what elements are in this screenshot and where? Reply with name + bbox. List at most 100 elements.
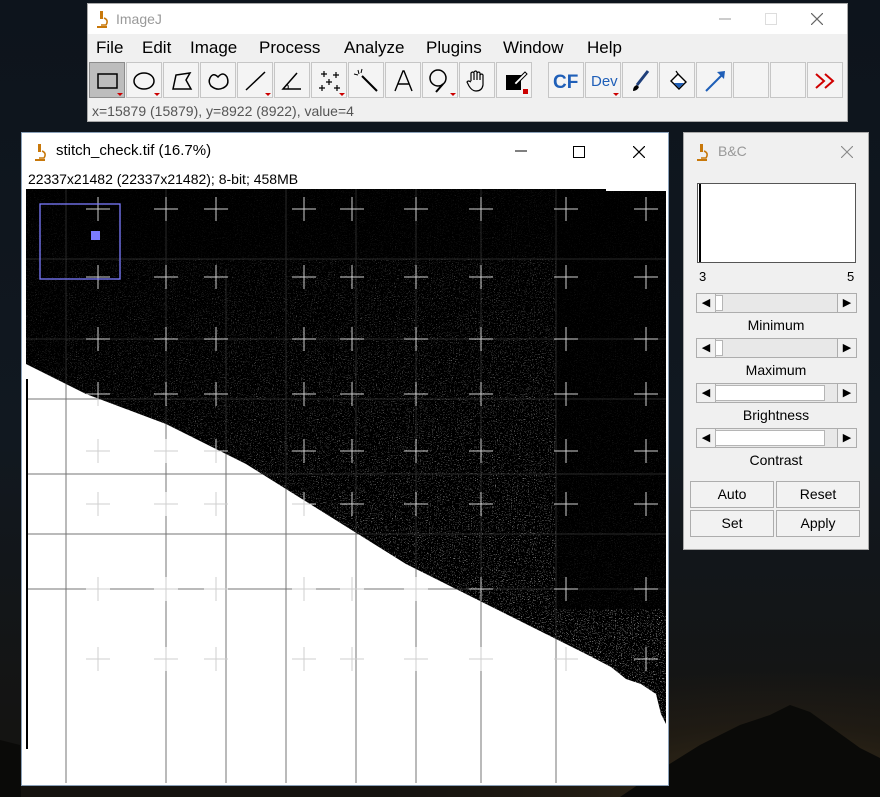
auto-button[interactable]: Auto xyxy=(690,481,774,508)
minimum-label: Minimum xyxy=(747,317,805,333)
image-info-line: 22337x21482 (22337x21482); 8-bit; 458MB xyxy=(28,171,299,187)
slider-right-arrow-icon[interactable]: ▶ xyxy=(837,429,856,447)
empty-tool-slot-2 xyxy=(770,62,806,98)
stitched-image xyxy=(26,189,666,783)
minimum-slider[interactable]: ◀ ▶ xyxy=(696,293,857,313)
brightness-label: Brightness xyxy=(742,407,810,423)
oval-selection-tool[interactable] xyxy=(126,62,162,98)
cf-tool[interactable]: CF xyxy=(548,62,584,98)
svg-text:CF: CF xyxy=(553,72,578,93)
main-titlebar[interactable]: ImageJ xyxy=(88,4,847,34)
image-maximize-button[interactable] xyxy=(556,133,602,171)
polygon-selection-icon xyxy=(172,72,193,90)
freehand-selection-tool[interactable] xyxy=(200,62,236,98)
arrow-tool-icon xyxy=(705,71,725,92)
freehand-selection-icon xyxy=(208,73,229,90)
angle-tool[interactable] xyxy=(274,62,310,98)
main-window-title: ImageJ xyxy=(116,11,162,27)
menu-process[interactable]: Process xyxy=(259,38,320,58)
maximum-slider-thumb[interactable] xyxy=(715,340,723,356)
microscope-icon xyxy=(35,144,46,161)
minimize-icon xyxy=(719,18,731,20)
microscope-icon xyxy=(97,11,108,28)
oval-selection-icon xyxy=(133,72,160,96)
polygon-selection-tool[interactable] xyxy=(163,62,199,98)
histogram-bar xyxy=(699,184,701,262)
slider-right-arrow-icon[interactable]: ▶ xyxy=(837,384,856,402)
zoom-tool[interactable] xyxy=(422,62,458,98)
more-tools-button[interactable] xyxy=(807,62,843,98)
menu-bar: File Edit Image Process Analyze Plugins … xyxy=(88,35,847,61)
dev-menu-tool[interactable]: Dev xyxy=(585,62,621,98)
menu-window[interactable]: Window xyxy=(503,38,563,58)
close-icon xyxy=(633,146,645,158)
slider-right-arrow-icon[interactable]: ▶ xyxy=(837,339,856,357)
arrow-tool[interactable] xyxy=(696,62,732,98)
histogram-min-label: 3 xyxy=(699,269,707,284)
line-selection-tool[interactable] xyxy=(237,62,273,98)
image-minimize-button[interactable] xyxy=(498,133,544,171)
multi-point-tool-icon xyxy=(319,71,345,96)
bc-window-title: B&C xyxy=(718,143,747,159)
rectangle-selection-icon xyxy=(97,73,123,96)
menu-image[interactable]: Image xyxy=(190,38,237,58)
minimum-slider-thumb[interactable] xyxy=(715,295,723,311)
text-tool[interactable] xyxy=(385,62,421,98)
contrast-slider-thumb[interactable] xyxy=(715,430,825,446)
roi-handle[interactable] xyxy=(91,231,100,240)
maximize-button[interactable] xyxy=(748,4,794,34)
bc-titlebar[interactable]: B&C xyxy=(684,133,868,171)
menu-edit[interactable]: Edit xyxy=(142,38,171,58)
empty-tool-slot-1 xyxy=(733,62,769,98)
color-picker-icon xyxy=(506,71,528,94)
contrast-label: Contrast xyxy=(749,452,803,468)
hand-scroll-tool[interactable] xyxy=(459,62,495,98)
flood-fill-tool[interactable] xyxy=(659,62,695,98)
hand-scroll-icon xyxy=(466,70,484,92)
menu-help[interactable]: Help xyxy=(587,38,622,58)
brightness-slider[interactable]: ◀ ▶ xyxy=(696,383,857,403)
histogram-plot xyxy=(697,183,856,263)
bc-close-button[interactable] xyxy=(824,133,870,171)
maximum-slider[interactable]: ◀ ▶ xyxy=(696,338,857,358)
close-icon xyxy=(841,146,853,158)
status-bar: x=15879 (15879), y=8922 (8922), value=4 xyxy=(92,103,354,119)
image-canvas[interactable] xyxy=(26,189,666,783)
menu-analyze[interactable]: Analyze xyxy=(344,38,404,58)
close-button[interactable] xyxy=(794,4,840,34)
magnifying-glass-icon xyxy=(429,69,456,96)
slider-right-arrow-icon[interactable]: ▶ xyxy=(837,294,856,312)
more-tools-icon xyxy=(815,73,835,89)
slider-left-arrow-icon[interactable]: ◀ xyxy=(697,294,716,312)
image-window: stitch_check.tif (16.7%) 22337x21482 (22… xyxy=(21,132,669,786)
slider-left-arrow-icon[interactable]: ◀ xyxy=(697,429,716,447)
multi-point-tool[interactable] xyxy=(311,62,347,98)
minimize-button[interactable] xyxy=(702,4,748,34)
image-window-title: stitch_check.tif (16.7%) xyxy=(56,142,212,159)
slider-left-arrow-icon[interactable]: ◀ xyxy=(697,384,716,402)
reset-button[interactable]: Reset xyxy=(776,481,860,508)
cf-tool-icon: CF xyxy=(553,72,578,93)
brush-tool[interactable] xyxy=(622,62,658,98)
image-titlebar[interactable]: stitch_check.tif (16.7%) xyxy=(22,133,668,171)
image-close-button[interactable] xyxy=(616,133,662,171)
set-button[interactable]: Set xyxy=(690,510,774,537)
brush-tool-icon xyxy=(633,70,650,91)
rectangle-selection-tool[interactable] xyxy=(89,62,125,98)
histogram-max-label: 5 xyxy=(847,269,855,284)
wand-tool[interactable] xyxy=(348,62,384,98)
menu-plugins[interactable]: Plugins xyxy=(426,38,482,58)
imagej-main-window: ImageJ File Edit Image Process Analyze P… xyxy=(87,3,848,122)
maximize-icon xyxy=(765,13,777,25)
brightness-slider-thumb[interactable] xyxy=(715,385,825,401)
flood-fill-icon xyxy=(670,70,687,90)
line-selection-icon xyxy=(245,71,271,96)
minimize-icon xyxy=(515,150,527,152)
maximize-icon xyxy=(573,146,585,158)
contrast-slider[interactable]: ◀ ▶ xyxy=(696,428,857,448)
slider-left-arrow-icon[interactable]: ◀ xyxy=(697,339,716,357)
menu-file[interactable]: File xyxy=(96,38,123,58)
color-picker-tool[interactable] xyxy=(496,62,532,98)
svg-text:Dev: Dev xyxy=(591,73,618,90)
apply-button[interactable]: Apply xyxy=(776,510,860,537)
